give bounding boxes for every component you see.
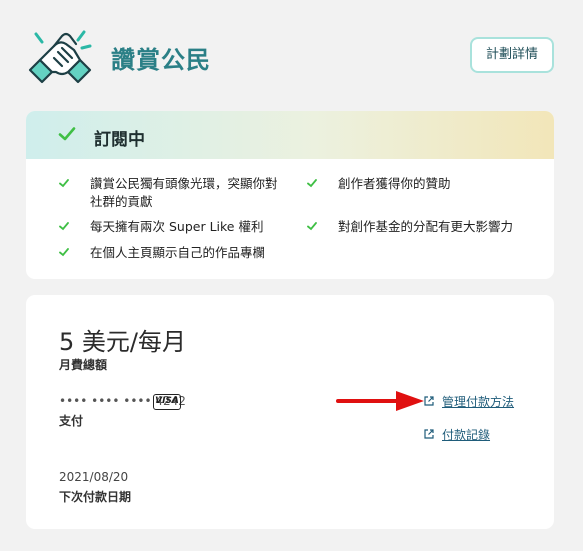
- check-icon: [59, 222, 69, 231]
- billing-card: 5 美元/每月 月費總額 •••• •••• •••• 4242 VISA 支付…: [26, 295, 554, 529]
- check-icon: [58, 127, 76, 141]
- check-icon: [59, 179, 69, 188]
- subscription-card: 訂閱中 讚賞公民獨有頭像光環，突顯你對社群的貢獻 每天擁有兩次 Super Li…: [26, 111, 554, 279]
- handshake-logo-icon: [28, 30, 92, 84]
- check-icon: [307, 222, 317, 231]
- manage-payment-method-link[interactable]: 管理付款方法: [442, 393, 514, 410]
- payment-label: 支付: [59, 414, 84, 428]
- benefit-text: 每天擁有兩次 Super Like 權利: [90, 219, 264, 234]
- subscription-status-bar: 訂閱中: [26, 111, 554, 159]
- payment-history-link[interactable]: 付款記錄: [442, 426, 490, 443]
- red-arrow-annotation: [336, 391, 424, 411]
- check-icon: [59, 248, 69, 257]
- page-title: 讚賞公民: [111, 46, 211, 74]
- benefit-text: 對創作基金的分配有更大影響力: [338, 219, 514, 234]
- benefit-text: 讚賞公民獨有頭像光環，突顯你對社群的貢獻: [90, 176, 278, 209]
- benefit-text: 在個人主頁顯示自己的作品專欄: [90, 245, 266, 260]
- visa-card-icon: VISA: [153, 394, 181, 410]
- next-payment-date-label: 下次付款日期: [59, 490, 132, 504]
- check-icon: [307, 179, 317, 188]
- monthly-price: 5 美元/每月: [59, 328, 186, 356]
- monthly-price-label: 月費總額: [59, 358, 108, 372]
- subscription-status: 訂閱中: [94, 130, 145, 150]
- benefit-text: 創作者獲得你的贊助: [338, 176, 451, 191]
- next-payment-date: 2021/08/20: [59, 470, 129, 484]
- plan-details-button[interactable]: 計劃詳情: [470, 37, 554, 73]
- external-link-icon: [424, 429, 434, 439]
